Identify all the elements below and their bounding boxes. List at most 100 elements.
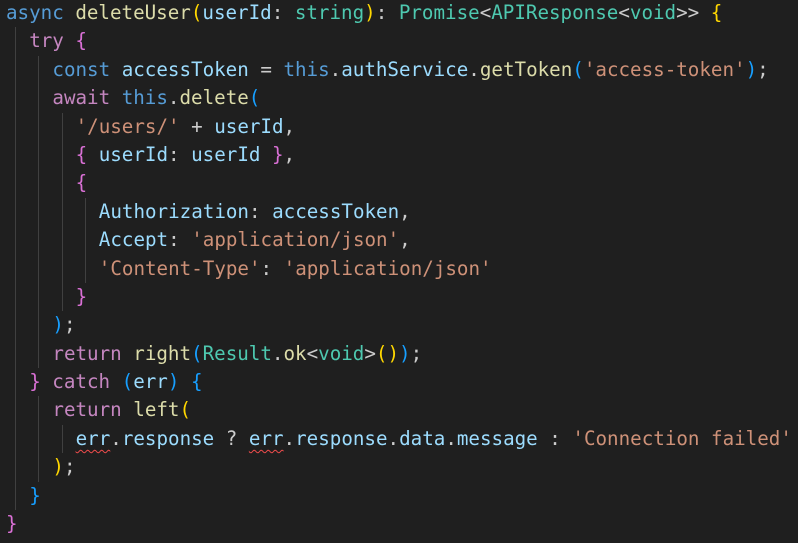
code-line[interactable]: await this.delete( (6, 84, 792, 113)
indent-guide (61, 254, 63, 283)
indent-guide (15, 55, 17, 85)
code-token: . (110, 426, 122, 450)
code-token: right (133, 341, 192, 365)
code-token: : (271, 1, 295, 24)
code-token: async (6, 1, 76, 24)
code-token: ( (179, 398, 192, 422)
indent-guide (61, 424, 63, 454)
code-token: APIResponse (491, 1, 619, 24)
indent-guide (15, 311, 17, 340)
code-token: string (294, 1, 365, 24)
code-token: userId (98, 142, 169, 166)
code-line[interactable]: ); (6, 453, 792, 482)
code-token: : (168, 228, 192, 252)
code-token: const (52, 57, 122, 81)
code-token: ( (190, 1, 203, 24)
code-token: { (75, 142, 99, 166)
indent-guide (38, 282, 40, 312)
indent-guide (15, 197, 17, 227)
indent-guide (61, 226, 63, 255)
code-token: ( (191, 341, 203, 365)
indent-guide (38, 169, 40, 198)
code-token: ( (121, 370, 134, 394)
indent-guide (38, 112, 40, 141)
code-token: return (52, 341, 134, 365)
code-token: ) (364, 1, 376, 24)
indent-guide (15, 84, 17, 113)
code-token: '/users/' (75, 114, 180, 138)
code-token: : (168, 142, 192, 166)
code-token: return (52, 398, 134, 422)
code-token-error: err (248, 426, 284, 450)
indent-guide (38, 197, 40, 227)
code-token-error: err (75, 426, 111, 450)
code-line[interactable]: '/users/' + userId, (6, 112, 792, 141)
code-line[interactable]: 'Content-Type': 'application/json' (6, 254, 792, 283)
code-token: delete (179, 86, 249, 110)
code-token: response (295, 426, 388, 450)
code-line[interactable]: { userId: userId }, (6, 140, 792, 170)
code-token: } (75, 284, 88, 308)
code-token: } (29, 483, 41, 507)
code-token: 'Content-Type' (98, 256, 261, 280)
indent-guide (15, 169, 17, 198)
indent-guide (84, 254, 86, 283)
code-line[interactable]: } (6, 481, 792, 511)
code-token: ) (52, 455, 64, 479)
code-token: , (283, 114, 296, 138)
code-line[interactable]: try { (6, 27, 792, 56)
code-token: { (75, 29, 87, 53)
code-line[interactable]: async deleteUser(userId: string): Promis… (6, 0, 792, 27)
indent-guide (15, 339, 17, 369)
indent-guide (61, 169, 63, 198)
code-line[interactable]: { (6, 169, 792, 198)
code-line[interactable]: } (6, 282, 792, 312)
code-token: + (179, 114, 215, 138)
indent-guide (38, 254, 40, 283)
indent-guide (61, 140, 63, 170)
code-token: () (375, 341, 400, 365)
code-token: void (629, 1, 677, 24)
code-token: ) (745, 57, 758, 81)
indent-guide (38, 55, 40, 85)
indent-guide (38, 339, 40, 369)
code-token: ; (757, 57, 769, 81)
code-token: > (364, 341, 376, 365)
code-token: response (121, 426, 215, 450)
code-token: accessToken (272, 199, 400, 223)
code-line[interactable]: } catch (err) { (6, 368, 792, 397)
code-token: , (399, 228, 411, 252)
code-token: userId (202, 1, 272, 24)
code-text-area[interactable]: async deleteUser(userId: string): Promis… (6, 0, 792, 538)
code-line[interactable]: ); (6, 311, 792, 340)
code-token: . (271, 341, 284, 365)
code-token: ( (248, 86, 261, 110)
code-token: getToken (479, 57, 573, 81)
code-token: : (537, 426, 573, 450)
indent-guide (38, 424, 40, 454)
code-line[interactable]: const accessToken = this.authService.get… (6, 55, 792, 85)
code-token: userId (214, 114, 284, 138)
indent-guide (38, 84, 40, 113)
code-token: 'application/json' (191, 228, 400, 252)
code-token: ok (283, 341, 307, 365)
code-line[interactable]: err.response ? err.response.data.message… (6, 424, 792, 454)
code-token: userId (191, 142, 261, 166)
code-token: catch (40, 370, 122, 394)
code-token: = (248, 57, 284, 81)
code-line[interactable]: return right(Result.ok<void>()); (6, 339, 792, 369)
code-token: err (133, 370, 168, 394)
code-token: . (445, 426, 457, 450)
code-token: < (306, 341, 319, 365)
code-line[interactable]: return left( (6, 396, 792, 425)
code-token: ? (214, 426, 249, 450)
code-token: 'Connection failed' (572, 426, 792, 450)
indent-guide (15, 368, 17, 397)
code-token: >> (676, 1, 711, 24)
code-line[interactable]: } (6, 510, 792, 538)
code-line[interactable]: Accept: 'application/json', (6, 226, 792, 255)
indent-guide (84, 226, 86, 255)
code-editor[interactable]: async deleteUser(userId: string): Promis… (0, 0, 798, 543)
code-line[interactable]: Authorization: accessToken, (6, 197, 792, 227)
indent-guide (61, 112, 63, 141)
